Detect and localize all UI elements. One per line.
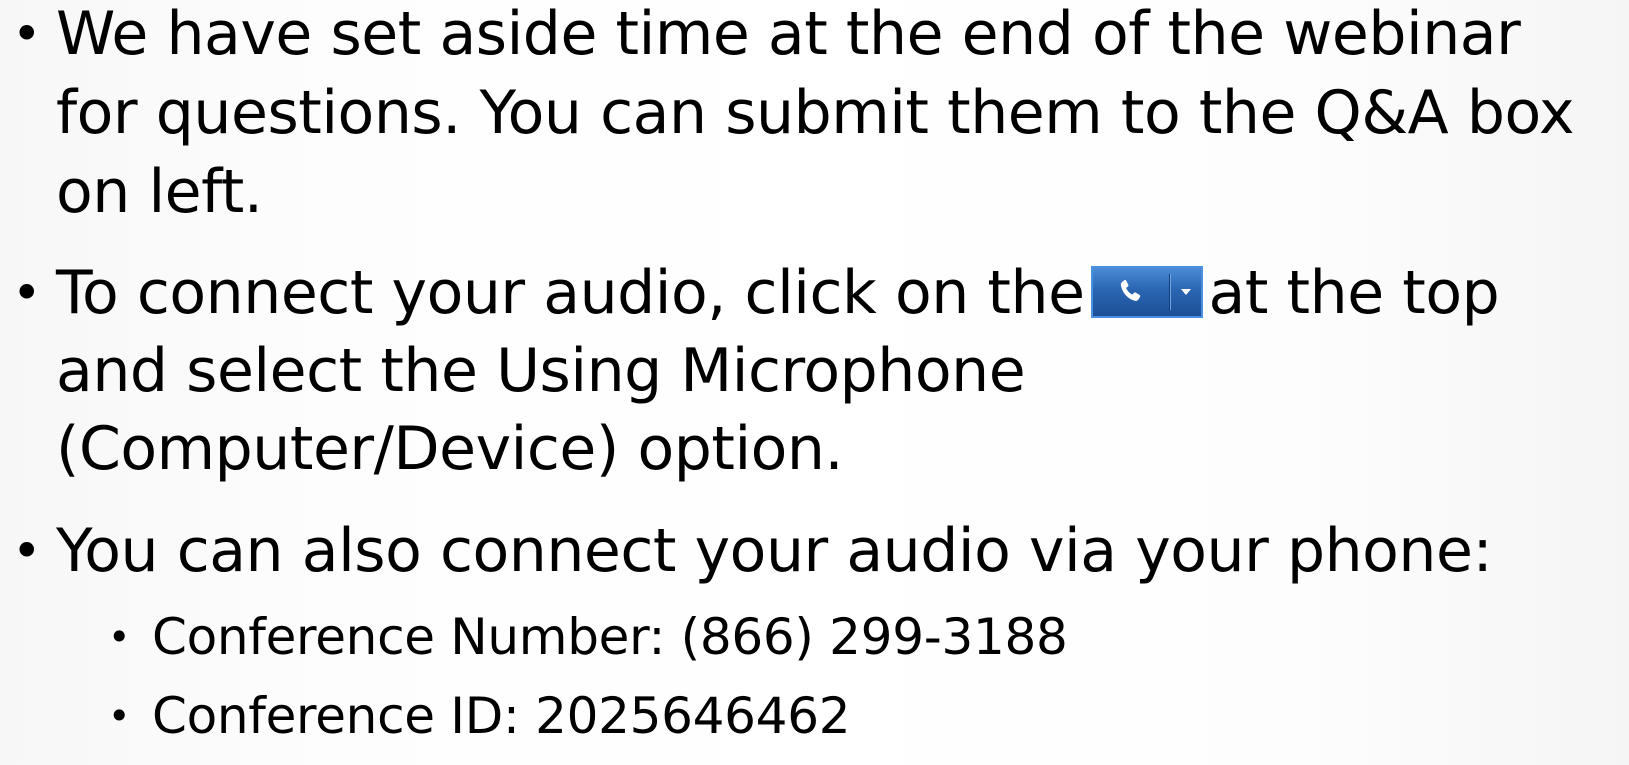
audio-connect-button[interactable] — [1090, 266, 1203, 318]
bullet-text-line: To connect your audio, click on the at th… — [56, 253, 1500, 333]
bullet-text-line: (Computer/Device) option. — [56, 414, 844, 484]
sub-bullet-marker: • — [108, 694, 131, 738]
bullet-text-line: We have set aside time at the end of the… — [56, 0, 1521, 69]
bullet-marker: • — [12, 264, 42, 322]
button-separator — [1168, 274, 1170, 310]
chevron-down-icon[interactable] — [1171, 268, 1201, 316]
bullet-marker: • — [12, 5, 42, 63]
bullet-text-line: You can also connect your audio via your… — [56, 516, 1493, 586]
conference-number: Conference Number: (866) 299-3188 — [152, 608, 1068, 666]
bullet-text-line: and select the Using Microphone — [56, 336, 1026, 406]
audio-instruction-after: at the top — [1208, 258, 1500, 328]
bullet-text-line: on left. — [56, 157, 263, 227]
conference-id: Conference ID: 2025646462 — [152, 687, 851, 745]
sub-bullet-marker: • — [108, 615, 131, 659]
slide-content: • We have set aside time at the end of t… — [0, 0, 1629, 765]
audio-instruction-before: To connect your audio, click on the — [56, 258, 1085, 328]
phone-icon — [1093, 268, 1169, 316]
bullet-marker: • — [12, 522, 42, 580]
bullet-text-line: for questions. You can submit them to th… — [56, 78, 1574, 148]
